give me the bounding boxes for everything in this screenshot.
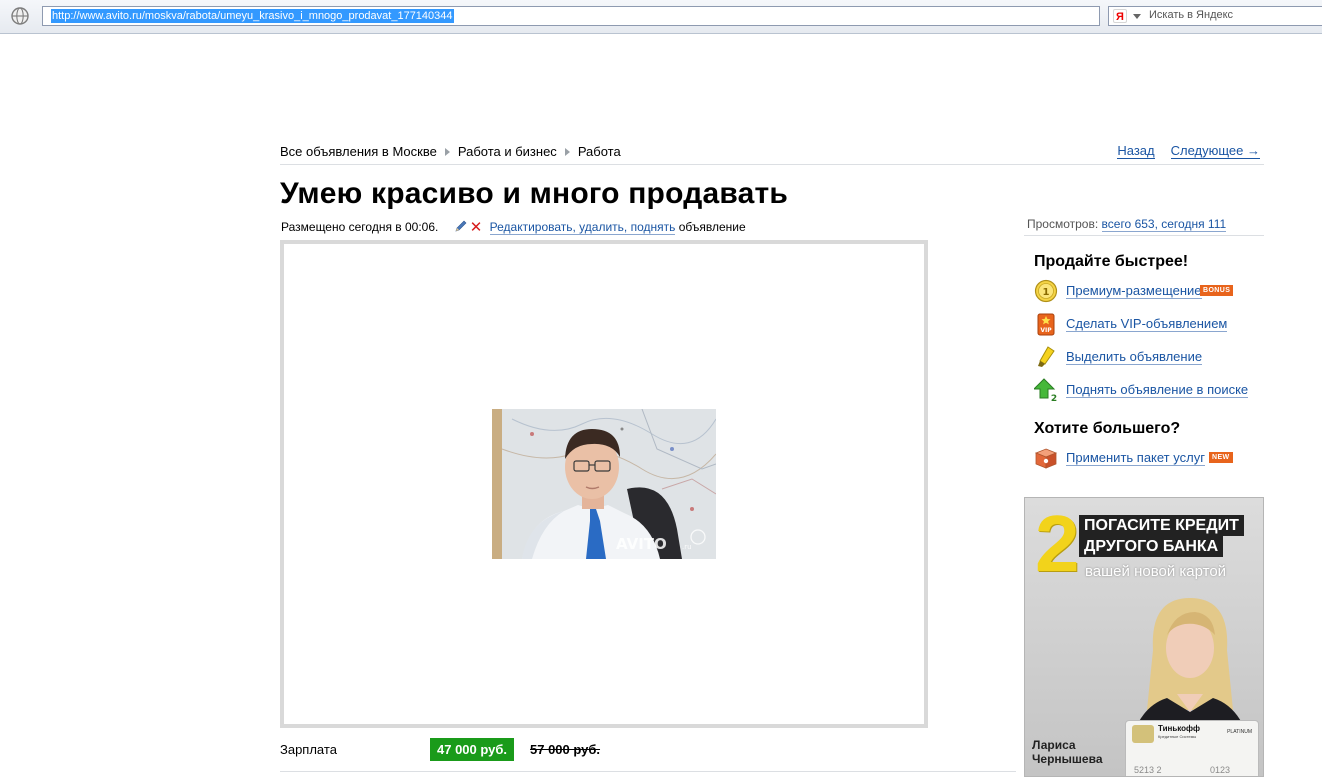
breadcrumb-arrow-icon	[444, 148, 450, 157]
credit-card: Тинькофф Кредитные Системы PLATINUM 5213…	[1125, 720, 1259, 776]
svg-text:1: 1	[1043, 287, 1050, 298]
card-number-end: 0123	[1210, 765, 1231, 775]
breadcrumb: Все объявления в Москве Работа и бизнес Ра…	[280, 144, 621, 159]
want-more-heading: Хотите большего?	[1034, 420, 1181, 437]
svg-text:2: 2	[1051, 394, 1057, 402]
divider	[280, 771, 1016, 772]
banner-person-first: Лариса	[1032, 738, 1076, 752]
page-globe-icon	[11, 7, 29, 25]
address-bar-url[interactable]: http://www.avito.ru/moskva/rabota/umeyu_…	[51, 9, 454, 23]
sell-faster-heading: Продайте быстрее!	[1034, 253, 1189, 270]
photo-watermark: AVITO	[616, 535, 667, 553]
edit-ad-link[interactable]: Редактировать, удалить, поднять	[489, 220, 676, 235]
bonus-badge: BONUS	[1200, 285, 1234, 296]
breadcrumb-item-work[interactable]: Работа	[578, 144, 621, 159]
banner-person-name: Лариса Чернышева	[1032, 738, 1103, 766]
banner-line-2: ДРУГОГО БАНКА	[1079, 536, 1224, 557]
views-counter: Просмотров: всего 653, сегодня 111	[1027, 217, 1227, 232]
views-value-link[interactable]: всего 653, сегодня 111	[1101, 217, 1227, 232]
price-old: 57 000 руб.	[530, 742, 601, 757]
card-number: 5213 2	[1134, 765, 1162, 775]
chevron-down-icon[interactable]	[1133, 14, 1141, 19]
highlight-ad-link[interactable]: Выделить объявление	[1066, 350, 1203, 365]
banner-number: 2	[1035, 499, 1080, 588]
banner-line-1: ПОГАСИТЕ КРЕДИТ	[1079, 515, 1244, 536]
apply-package-link[interactable]: Применить пакет услуг	[1066, 451, 1205, 466]
card-sub: Кредитные Системы	[1158, 734, 1197, 739]
vip-icon: VIP	[1037, 313, 1055, 336]
coin-icon: 1	[1034, 279, 1058, 303]
up-arrow-icon: 2	[1034, 378, 1057, 402]
highlighter-icon	[1038, 346, 1055, 367]
divider	[1024, 235, 1264, 236]
address-bar[interactable]: http://www.avito.ru/moskva/rabota/umeyu_…	[42, 6, 1100, 26]
posted-date: Размещено сегодня в 00:06.	[281, 220, 439, 234]
back-link[interactable]: Назад	[1117, 143, 1155, 159]
ad-photo[interactable]: AVITO .ru	[492, 409, 716, 559]
ad-meta: Размещено сегодня в 00:06. ✕ Редактирова…	[281, 218, 746, 236]
breadcrumb-arrow-icon	[564, 148, 570, 157]
make-vip-link[interactable]: Сделать VIP-объявлением	[1066, 317, 1228, 332]
edit-ad-suffix: объявление	[678, 220, 746, 234]
ad-navigation: Назад Следующее →	[1101, 143, 1260, 159]
price-current: 47 000 руб.	[430, 738, 515, 761]
page-title: Умею красиво и много продавать	[280, 177, 789, 210]
bump-ad-link[interactable]: Поднять объявление в поиске	[1066, 383, 1249, 398]
views-label: Просмотров:	[1027, 217, 1099, 231]
photo-watermark-suffix: .ru	[682, 543, 692, 551]
new-badge: NEW	[1209, 452, 1233, 463]
card-brand: Тинькофф	[1158, 724, 1201, 733]
premium-placement-label[interactable]: Премиум-размещение	[1066, 283, 1202, 298]
pencil-icon[interactable]	[454, 219, 468, 233]
browser-toolbar: http://www.avito.ru/moskva/rabota/umeyu_…	[0, 0, 1322, 34]
card-tier: PLATINUM	[1227, 729, 1252, 735]
breadcrumb-item-moscow[interactable]: Все объявления в Москве	[280, 144, 437, 159]
search-box[interactable]: Я Искать в Яндекс	[1108, 6, 1322, 26]
next-link[interactable]: Следующее →	[1170, 143, 1260, 159]
premium-placement-link[interactable]: Премиум-размещение	[1066, 284, 1202, 299]
salary-label: Зарплата	[280, 742, 337, 757]
svg-text:VIP: VIP	[1040, 327, 1052, 334]
search-placeholder[interactable]: Искать в Яндекс	[1149, 9, 1233, 21]
yandex-icon[interactable]: Я	[1113, 9, 1127, 23]
tinkoff-banner[interactable]: 2 ПОГАСИТЕ КРЕДИТ ДРУГОГО БАНКА вашей но…	[1024, 497, 1264, 777]
banner-person-last: Чернышева	[1032, 752, 1103, 766]
delete-icon[interactable]: ✕	[470, 218, 483, 236]
banner-subtitle: вашей новой картой	[1085, 563, 1227, 580]
divider	[280, 164, 1264, 165]
package-icon	[1034, 448, 1058, 469]
card-chip-icon	[1132, 725, 1154, 743]
breadcrumb-item-work-business[interactable]: Работа и бизнес	[458, 144, 557, 159]
